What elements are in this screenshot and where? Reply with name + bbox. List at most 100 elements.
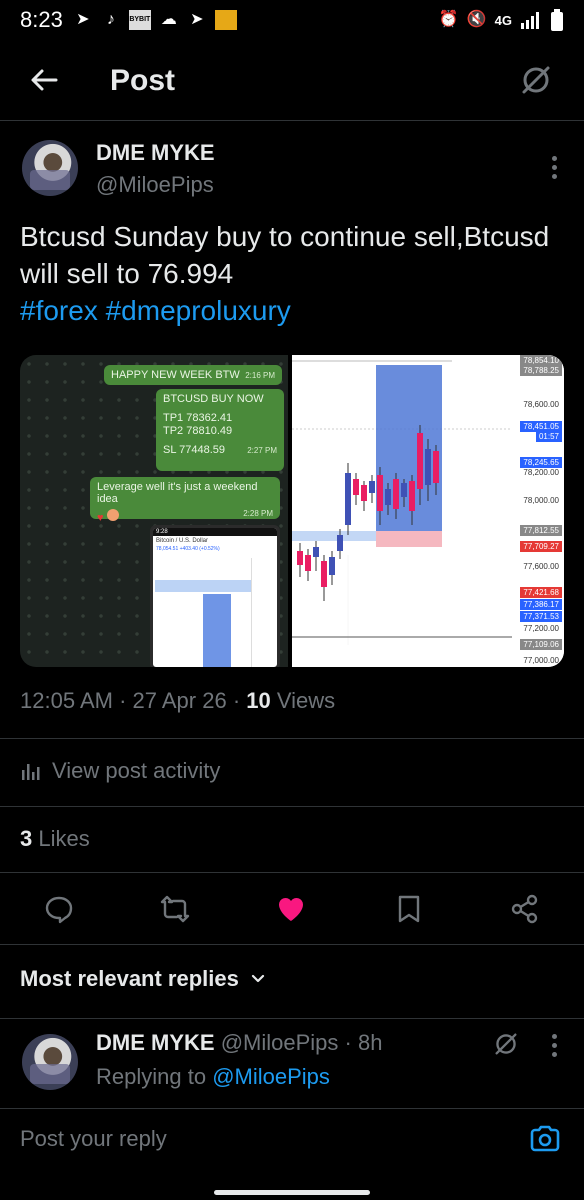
alarm-icon: ⏰	[438, 11, 459, 28]
tiktok-icon: ♪	[106, 11, 115, 28]
reply-more-options-icon[interactable]	[550, 1034, 558, 1060]
chat-screenshot[interactable]: HAPPY NEW WEEK BTW 2:16 PM BTCUSD BUY NO…	[20, 355, 288, 667]
reply-author-handle[interactable]: @MiloePips	[221, 1030, 339, 1055]
views-count: 10	[246, 688, 271, 713]
message-time: 2:28 PM	[243, 509, 273, 518]
replies-sort-selector[interactable]: Most relevant replies	[20, 966, 267, 992]
bybit-icon: BYBIT	[128, 10, 151, 30]
price-label: 77,000.00	[523, 656, 559, 665]
post-metadata: 12:05 AM · 27 Apr 26 · 10 Views	[20, 688, 336, 713]
back-arrow-icon[interactable]	[26, 62, 62, 98]
notification-icons: ➤ ♪ BYBIT ☁ ➤	[73, 10, 237, 30]
price-label: 78,000.00	[523, 496, 559, 505]
price-label: 77,421.68	[520, 587, 562, 598]
message-text: BTCUSD BUY NOW	[163, 393, 264, 405]
price-label: 77,371.53	[520, 611, 562, 622]
price-label: 78,200.00	[523, 468, 559, 477]
author-name[interactable]: DME MYKE	[96, 140, 215, 166]
view-post-activity[interactable]: View post activity	[20, 758, 220, 784]
message-time: 2:27 PM	[247, 446, 277, 455]
telegram-icon: ➤	[76, 11, 90, 28]
heart-reaction-icon: ♥	[97, 512, 104, 524]
chevron-down-icon	[251, 974, 264, 983]
message-text: HAPPY NEW WEEK BTW	[111, 369, 240, 381]
chart-screenshot[interactable]: 78,854.10 78,788.25 78,600.00 78,451.05 …	[292, 355, 564, 667]
bookmark-icon[interactable]	[394, 894, 424, 924]
inner-position-box	[203, 594, 231, 667]
message-text: TP1 78362.41	[163, 412, 233, 424]
cloud-icon: ☁	[160, 11, 177, 28]
reply-author-avatar[interactable]	[22, 1034, 78, 1090]
post-text: Btcusd Sunday buy to continue sell,Btcus…	[20, 218, 570, 329]
price-axis: 78,854.10 78,788.25 78,600.00 78,451.05 …	[512, 355, 564, 667]
post-body: Btcusd Sunday buy to continue sell,Btcus…	[20, 221, 550, 289]
message-text: Leverage well it's just a weekend idea	[97, 481, 258, 505]
reply-composer[interactable]: Post your reply	[0, 1110, 584, 1180]
view-post-activity-label: View post activity	[52, 758, 221, 783]
price-label: 77,812.55	[520, 525, 562, 536]
inner-price-axis	[251, 558, 277, 667]
status-time: 8:23	[20, 7, 63, 32]
price-label: 77,200.00	[523, 624, 559, 633]
author-handle[interactable]: @MiloePips	[96, 172, 214, 198]
hashtag-forex[interactable]: #forex	[20, 295, 98, 326]
replying-to: Replying to @MiloePips	[96, 1064, 330, 1090]
chat-message: Leverage well it's just a weekend idea ♥…	[90, 477, 280, 524]
app-icon	[214, 10, 237, 30]
reply-age: 8h	[357, 1030, 383, 1055]
hashtag-dmeproluxury[interactable]: #dmeproluxury	[106, 295, 291, 326]
reply-header: DME MYKE @MiloePips · 8h	[96, 1030, 383, 1055]
message-text: SL 77448.59	[163, 444, 225, 456]
network-type: 4G	[494, 12, 512, 28]
price-label: 77,709.27	[520, 541, 562, 552]
camera-icon[interactable]	[528, 1122, 562, 1156]
likes-summary[interactable]: 3 Likes	[20, 826, 90, 852]
post-media[interactable]: HAPPY NEW WEEK BTW 2:16 PM BTCUSD BUY NO…	[20, 355, 564, 667]
more-options-icon[interactable]	[550, 156, 558, 182]
home-indicator	[214, 1190, 370, 1195]
mute-icon: 🔇	[466, 11, 487, 28]
status-bar: 8:23 ➤ ♪ BYBIT ☁ ➤ ⏰ 🔇 4G	[0, 0, 584, 40]
author-avatar[interactable]	[22, 140, 78, 196]
grok-icon[interactable]	[492, 1030, 520, 1058]
reaction-avatar	[106, 509, 119, 521]
grok-icon[interactable]	[518, 62, 554, 98]
likes-divider	[0, 872, 584, 873]
activity-divider	[0, 806, 584, 807]
likes-count: 3	[20, 826, 33, 851]
post-time: 12:05 AM	[20, 688, 113, 713]
inner-status-time: 9:28	[153, 528, 277, 536]
price-label: 77,386.17	[520, 599, 562, 610]
meta-divider	[0, 738, 584, 739]
header-divider	[0, 120, 584, 121]
battery-icon	[551, 9, 563, 31]
repost-icon[interactable]	[160, 894, 190, 924]
actions-divider	[0, 944, 584, 945]
section-divider	[0, 1018, 584, 1019]
replies-section-title: Most relevant replies	[20, 966, 239, 991]
replying-to-prefix: Replying to	[96, 1064, 207, 1089]
system-icons: ⏰ 🔇 4G	[439, 9, 564, 31]
reply-icon[interactable]	[44, 894, 74, 924]
share-icon[interactable]	[510, 894, 540, 924]
analytics-icon	[22, 764, 40, 780]
embedded-chart-screenshot: 9:28 Bitcoin / U.S. Dollar 78,054.51 +40…	[150, 525, 280, 667]
signal-icon	[521, 12, 539, 29]
price-label: 78,600.00	[523, 400, 559, 409]
page-title: Post	[110, 64, 176, 97]
telegram-icon: ➤	[190, 11, 204, 28]
price-chart	[292, 360, 512, 645]
price-label: 78,788.25	[520, 365, 562, 376]
views-label: Views	[276, 688, 336, 713]
price-label: 77,600.00	[523, 562, 559, 571]
price-label: 77,109.06	[520, 639, 562, 650]
inner-zone	[155, 580, 251, 592]
post-date: 27 Apr 26	[132, 688, 227, 713]
composer-divider	[0, 1108, 584, 1109]
like-icon[interactable]	[276, 894, 306, 924]
chat-message: BTCUSD BUY NOW TP1 78362.41 TP2 78810.49…	[156, 389, 284, 471]
reply-author-name[interactable]: DME MYKE	[96, 1030, 215, 1055]
replying-to-handle[interactable]: @MiloePips	[212, 1064, 330, 1089]
post-actions	[0, 886, 584, 934]
reply-input[interactable]: Post your reply	[20, 1126, 167, 1152]
